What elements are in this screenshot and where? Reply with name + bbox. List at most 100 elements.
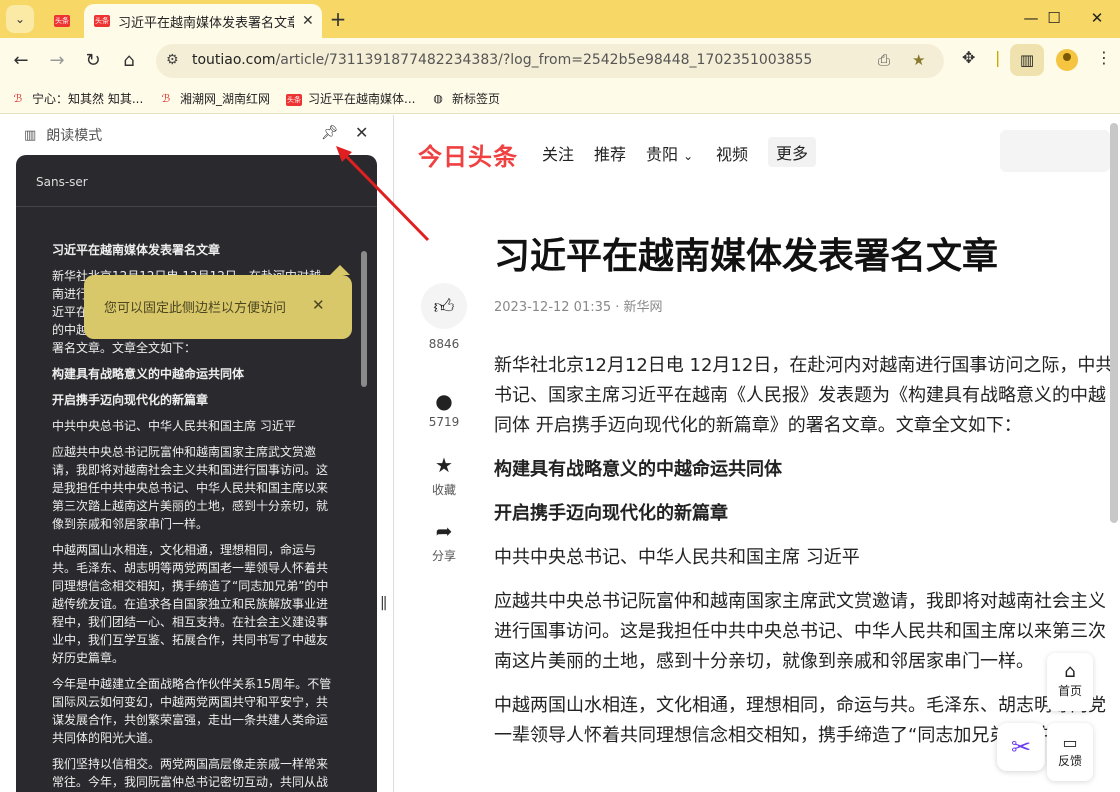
reload-button[interactable]: ↻: [80, 48, 106, 74]
web-page: 今日头条 关注 推荐 贵阳 ⌄ 视频 更多 习近平在越南媒体发表署名文章 202…: [393, 115, 1120, 792]
install-app-icon[interactable]: ⎙: [878, 51, 890, 69]
url-path: /article/7311391877482234383/?log_from=2…: [275, 52, 813, 68]
comment-button[interactable]: ● 5719: [424, 389, 464, 429]
bookmark-item[interactable]: 头条 习近平在越南媒体...: [286, 90, 415, 107]
menu-icon[interactable]: ⋮: [1096, 48, 1112, 67]
title-bar: ⌄ 头条 头条 习近平在越南媒体发表署名文章 ✕ + — ☐ ✕: [0, 0, 1120, 38]
article-title: 习近平在越南媒体发表署名文章: [494, 236, 999, 277]
pin-tooltip: 您可以固定此侧边栏以方便访问 ✕: [84, 265, 352, 339]
feedback-icon: ▭: [1062, 733, 1078, 752]
globe-icon: ◍: [433, 91, 443, 105]
home-float-button[interactable]: ⌂ 首页: [1047, 653, 1093, 711]
share-label: 分享: [431, 549, 456, 563]
star-icon: ★: [435, 453, 453, 477]
tab-inactive[interactable]: 头条: [42, 4, 82, 38]
pin-icon[interactable]: 📌︎: [321, 125, 339, 141]
article-paragraph: 构建具有战略意义的中越命运共同体: [494, 459, 782, 480]
toutiao-favicon-icon: 头条: [94, 15, 110, 27]
like-count: 8846: [428, 337, 460, 351]
comment-icon: ●: [435, 389, 453, 413]
home-icon: ⌂: [1064, 661, 1076, 682]
feedback-label: 反馈: [1057, 754, 1082, 768]
favorite-button[interactable]: ★ 收藏: [424, 453, 464, 498]
close-tab-icon[interactable]: ✕: [302, 13, 314, 29]
nav-item[interactable]: 推荐: [594, 141, 626, 165]
address-bar[interactable]: ⚙ toutiao.com/article/731139187748223438…: [156, 44, 944, 78]
nav-more-button[interactable]: 更多: [768, 137, 817, 167]
profile-avatar[interactable]: [1056, 49, 1078, 71]
chevron-down-icon: ⌄: [683, 149, 694, 163]
tab-active[interactable]: 头条 习近平在越南媒体发表署名文章 ✕: [84, 4, 322, 38]
article-meta: 2023-12-12 01:35 · 新华网: [494, 300, 663, 315]
side-panel-resize-handle[interactable]: ||: [380, 595, 388, 611]
article-paragraph: 同体 开启携手迈向现代化的新篇章》的署名文章。文章全文如下：: [494, 415, 1022, 436]
baidu-icon: ℬ: [13, 91, 23, 105]
share-icon: ➦: [435, 519, 453, 543]
new-tab-button[interactable]: +: [326, 8, 350, 32]
article-paragraph: 中越两国山水相连，文化相通，理想相同，命运与共。毛泽东、胡志明等两党: [494, 695, 1106, 716]
capcut-icon[interactable]: ✂: [997, 723, 1045, 771]
tab-title: 习近平在越南媒体发表署名文章: [118, 15, 294, 31]
reader-toolbar: Sans-ser: [16, 155, 377, 207]
forward-button[interactable]: →: [44, 48, 70, 74]
font-select[interactable]: Sans-ser: [36, 175, 88, 189]
home-label: 首页: [1057, 684, 1082, 698]
share-button[interactable]: ➦ 分享: [424, 519, 464, 564]
bookmark-item[interactable]: ◍ 新标签页: [430, 90, 500, 107]
close-side-panel-icon[interactable]: ✕: [355, 123, 368, 142]
nav-item[interactable]: 关注: [542, 141, 574, 165]
reading-mode-panel: Sans-ser 习近平在越南媒体发表署名文章 新华社北京12月12日电 12月…: [16, 155, 377, 792]
toutiao-logo[interactable]: 今日头条: [418, 137, 518, 172]
nav-item[interactable]: 视频: [716, 141, 748, 165]
side-panel: ▥ 朗读模式 📌︎ ✕ Sans-ser 习近平在越南媒体发表署名文章 新华社北…: [0, 115, 393, 792]
bookmark-item[interactable]: ℬ 湘潮网_湖南红网: [158, 90, 270, 107]
close-tooltip-icon[interactable]: ✕: [312, 296, 325, 314]
page-scrollbar[interactable]: [1110, 123, 1118, 523]
reader-title: 习近平在越南媒体发表署名文章: [52, 243, 221, 257]
reader-paragraph: 中共中央总书记、中华人民共和国主席 习近平: [52, 419, 296, 433]
reader-paragraph: 我们坚持以信相交。两党两国高层像走亲戚一样常来常往。今年，我同阮富仲总书记密切互…: [52, 757, 329, 789]
bookmark-label: 湘潮网_湖南红网: [180, 92, 271, 106]
nav-item[interactable]: 贵阳 ⌄: [646, 141, 693, 165]
feedback-float-button[interactable]: ▭ 反馈: [1047, 723, 1093, 781]
article-paragraph: 应越共中央总书记阮富仲和越南国家主席武文赏邀请，我即将对越南社会主义: [494, 591, 1106, 612]
side-panel-header: ▥ 朗读模式: [24, 125, 102, 145]
tab-search-button[interactable]: ⌄: [6, 5, 34, 33]
side-panel-title: 朗读模式: [46, 128, 103, 144]
article-paragraph: 中共中央总书记、中华人民共和国主席 习近平: [494, 547, 860, 568]
article-paragraph: 进行国事访问。这是我担任中共中央总书记、中华人民共和国主席以来第三次: [494, 621, 1106, 642]
bookmark-label: 宁心：知其然 知其...: [32, 92, 144, 106]
toutiao-icon: 头条: [286, 93, 302, 106]
book-icon: ▥: [24, 127, 37, 143]
baidu-icon: ℬ: [161, 91, 171, 105]
reader-paragraph: 开启携手迈向现代化的新篇章: [52, 393, 209, 407]
star-icon[interactable]: ★: [912, 51, 925, 69]
tooltip-text: 您可以固定此侧边栏以方便访问: [104, 301, 287, 316]
reader-paragraph: 应越共中央总书记阮富仲和越南国家主席武文赏邀请，我即将对越南社会主义共和国进行国…: [52, 445, 329, 531]
bookmarks-bar: ℬ 宁心：知其然 知其... ℬ 湘潮网_湖南红网 头条 习近平在越南媒体... ◍ 新…: [0, 84, 1120, 114]
reading-mode-button[interactable]: ▥: [1010, 44, 1044, 76]
maximize-button[interactable]: ☐: [1031, 0, 1077, 36]
divider: |: [995, 48, 1001, 67]
page-search-box[interactable]: [1000, 130, 1110, 172]
article-paragraph: 南这片美丽的土地，感到十分亲切，就像到亲戚和邻居家串门一样。: [494, 651, 1034, 672]
extensions-icon[interactable]: ✥: [962, 48, 975, 67]
url-text[interactable]: toutiao.com/article/7311391877482234383/…: [192, 52, 812, 68]
close-window-button[interactable]: ✕: [1074, 0, 1120, 36]
bookmark-item[interactable]: ℬ 宁心：知其然 知其...: [10, 90, 144, 107]
bookmark-label: 新标签页: [452, 92, 501, 106]
home-button[interactable]: ⌂: [116, 48, 142, 74]
reader-paragraph: 中越两国山水相连，文化相通，理想相同，命运与共。毛泽东、胡志明等两党两国老一辈领…: [52, 543, 329, 665]
toutiao-favicon-icon: 头条: [54, 15, 70, 27]
reader-scrollbar[interactable]: [361, 251, 367, 387]
favorite-label: 收藏: [431, 483, 456, 497]
article-content: 新华社北京12月12日电 12月12日，在赴河内对越南进行国事访问之际，中共 书记…: [494, 351, 1120, 765]
like-button[interactable]: 👍︎ 8846: [421, 283, 467, 351]
browser-toolbar: ← → ↻ ⌂ ⚙ toutiao.com/article/7311391877…: [0, 38, 1120, 84]
reader-paragraph: 构建具有战略意义的中越命运共同体: [52, 367, 245, 381]
book-icon: ▥: [1019, 51, 1035, 69]
back-button[interactable]: ←: [8, 48, 34, 74]
site-info-icon[interactable]: ⚙: [166, 52, 179, 68]
bookmark-label: 习近平在越南媒体...: [308, 92, 416, 106]
article-paragraph: 书记、国家主席习近平在越南《人民报》发表题为《构建具有战略意义的中越: [494, 385, 1106, 406]
